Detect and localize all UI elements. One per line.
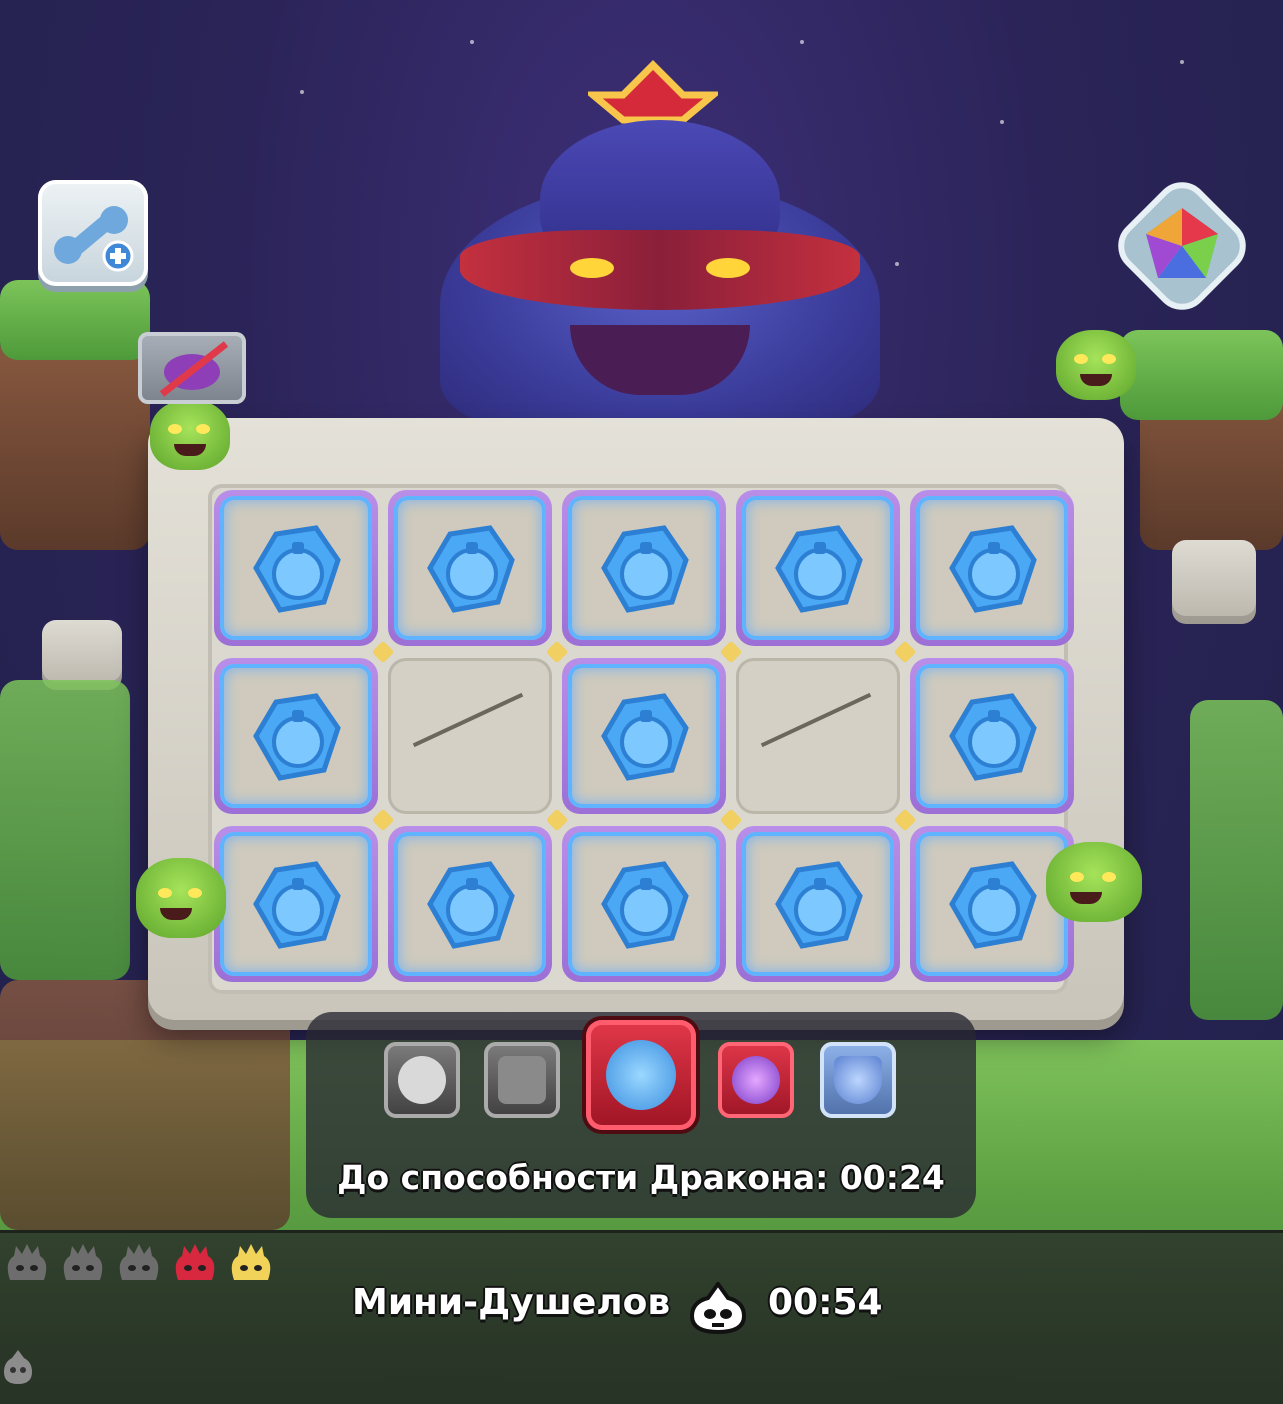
gem-marker — [719, 640, 743, 664]
mini-boss-icon — [172, 1242, 218, 1282]
potion-tile — [916, 664, 1068, 808]
island-right-low — [1190, 700, 1283, 1020]
snow-cloud-download-icon — [398, 1056, 446, 1104]
island-left-low — [0, 680, 130, 980]
mini-boss-icon — [116, 1242, 162, 1282]
star — [470, 40, 474, 44]
gem-marker — [893, 808, 917, 832]
board-cell-potion[interactable] — [562, 658, 726, 814]
mask-crossed-icon — [159, 341, 229, 397]
board-cell-potion[interactable] — [736, 490, 900, 646]
potion-tile — [568, 496, 720, 640]
potion-icon — [253, 861, 341, 949]
goblin-monster — [136, 858, 226, 938]
potion-icon — [949, 861, 1037, 949]
potion-tile — [916, 832, 1068, 976]
potion-icon — [427, 861, 515, 949]
ghost-skull-icon — [689, 1282, 747, 1334]
potion-icon — [601, 861, 689, 949]
gem-marker — [371, 640, 395, 664]
floor-crack — [760, 692, 872, 748]
potion-icon — [775, 861, 863, 949]
gem-marker — [719, 808, 743, 832]
hide-mask-button[interactable] — [138, 332, 246, 404]
potion-tile — [568, 664, 720, 808]
island-left-top — [0, 280, 150, 360]
potion-tile — [220, 832, 372, 976]
ability-snow-button[interactable] — [384, 1042, 460, 1118]
board-cell-potion[interactable] — [214, 658, 378, 814]
game-board — [148, 418, 1124, 1020]
stone-block — [1172, 540, 1256, 624]
island-right-top — [1120, 330, 1283, 420]
board-cell-potion[interactable] — [214, 490, 378, 646]
potion-icon — [427, 525, 515, 613]
mini-boss-icon — [4, 1242, 50, 1282]
shield-face-icon — [834, 1056, 882, 1104]
ability-potion-button[interactable] — [586, 1020, 696, 1130]
board-cell-potion[interactable] — [736, 826, 900, 982]
gem-marker — [371, 808, 395, 832]
star — [800, 40, 804, 44]
boss-eye — [570, 258, 614, 278]
potion-icon — [601, 525, 689, 613]
potion-tile — [220, 496, 372, 640]
potion-tile — [220, 664, 372, 808]
gem-marker — [545, 808, 569, 832]
potion-tile — [568, 832, 720, 976]
ghost-small-icon — [4, 1350, 32, 1384]
floor-crack — [412, 692, 524, 748]
dragon-ability-timer: До способности Дракона: 00:24 — [337, 1158, 945, 1197]
wave-timer: 00:54 — [768, 1282, 883, 1323]
board-cell-empty[interactable] — [388, 658, 552, 814]
potion-icon — [601, 693, 689, 781]
star — [1000, 120, 1004, 124]
ability-shield-button[interactable] — [820, 1042, 896, 1118]
star — [1180, 60, 1184, 64]
dark-mask-icon — [498, 1056, 546, 1104]
purple-crystal-icon — [732, 1056, 780, 1104]
potion-icon — [949, 693, 1037, 781]
board-cell-potion[interactable] — [562, 826, 726, 982]
mini-boss-icon — [60, 1242, 106, 1282]
rainbow-prism-icon — [1118, 182, 1246, 310]
board-cell-empty[interactable] — [736, 658, 900, 814]
wrench-plus-icon — [54, 206, 134, 272]
board-cell-potion[interactable] — [562, 490, 726, 646]
potion-tile — [394, 496, 546, 640]
board-grid — [208, 484, 1074, 994]
potion-icon — [949, 525, 1037, 613]
boss-eye — [706, 258, 750, 278]
board-cell-potion[interactable] — [388, 826, 552, 982]
potion-tile — [916, 496, 1068, 640]
goblin-monster — [1046, 842, 1142, 922]
board-cell-potion[interactable] — [910, 490, 1074, 646]
potion-icon — [253, 525, 341, 613]
potion-tile — [742, 832, 894, 976]
island-left — [0, 330, 150, 550]
potion-jar-icon — [606, 1040, 676, 1110]
prism-button[interactable] — [1112, 176, 1252, 316]
board-cell-potion[interactable] — [910, 658, 1074, 814]
ability-dark-mask-button[interactable] — [484, 1042, 560, 1118]
ability-crystal-button[interactable] — [718, 1042, 794, 1118]
gem-marker — [893, 640, 917, 664]
potion-icon — [775, 525, 863, 613]
potion-tile — [742, 496, 894, 640]
wave-name: Мини-Душелов — [352, 1282, 671, 1323]
potion-icon — [253, 693, 341, 781]
board-cell-potion[interactable] — [388, 490, 552, 646]
potion-tile — [394, 832, 546, 976]
ability-panel: До способности Дракона: 00:24 — [306, 1012, 976, 1218]
gem-marker — [545, 640, 569, 664]
mini-boss-icon — [228, 1242, 274, 1282]
game-scene: До способности Дракона: 00:24 Мини-Душел… — [0, 0, 1283, 1404]
goblin-monster — [1056, 330, 1136, 400]
board-cell-potion[interactable] — [214, 826, 378, 982]
upgrade-button[interactable] — [38, 180, 148, 286]
goblin-monster — [150, 400, 230, 470]
dragon-boss — [400, 120, 920, 430]
star — [300, 90, 304, 94]
boss-mask — [460, 230, 860, 310]
